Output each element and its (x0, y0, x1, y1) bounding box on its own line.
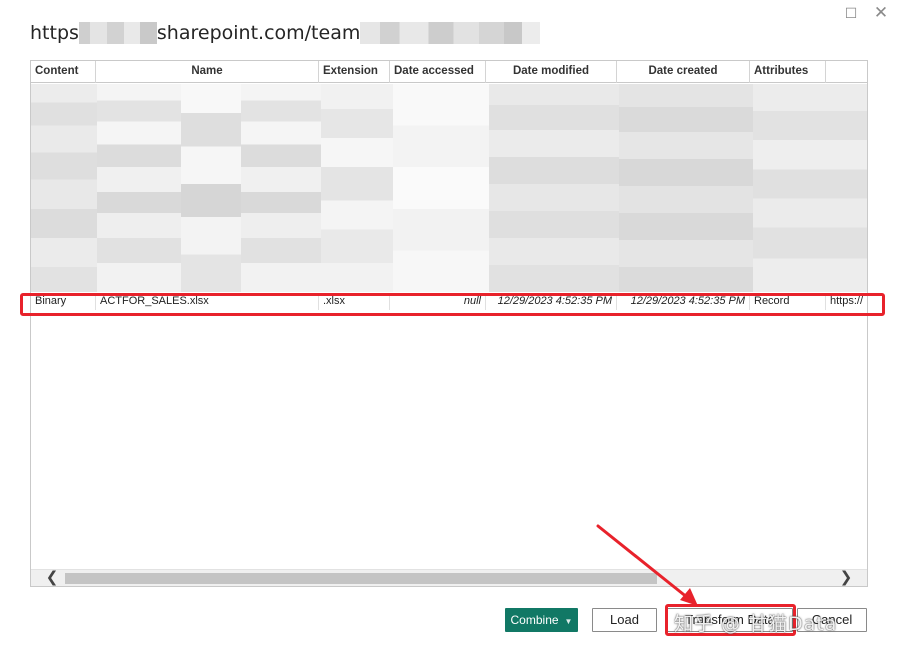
column-header-date-accessed[interactable]: Date accessed (390, 61, 486, 83)
column-header-extension[interactable]: Extension (319, 61, 390, 83)
scrollbar-thumb[interactable] (65, 573, 657, 584)
blurred-column (489, 84, 619, 292)
close-icon[interactable]: ✕ (872, 4, 890, 22)
blurred-column (31, 84, 97, 292)
redacted-rows (31, 84, 867, 292)
combine-label: Combine (510, 613, 559, 627)
title-middle: sharepoint.com/team (156, 22, 361, 44)
scroll-right-icon[interactable]: ❯ (837, 570, 855, 586)
file-table: Content Name Extension Date accessed Dat… (30, 60, 868, 587)
annotation-arrow-icon (596, 524, 698, 606)
watermark: 知乎 @ 甘猫Data (674, 613, 838, 635)
blurred-column (619, 84, 753, 292)
scroll-left-icon[interactable]: ❮ (43, 570, 61, 586)
column-header-date-modified[interactable]: Date modified (486, 61, 617, 83)
column-header-attributes[interactable]: Attributes (750, 61, 826, 83)
column-header-content[interactable]: Content (31, 61, 96, 83)
load-button[interactable]: Load (592, 608, 657, 632)
redacted-block (360, 22, 541, 44)
title-prefix: https (30, 22, 79, 44)
blurred-column (181, 84, 241, 292)
redacted-block (78, 22, 157, 44)
combine-button[interactable]: Combine ▼ (505, 608, 578, 632)
blurred-column (393, 84, 489, 292)
blurred-column (321, 84, 393, 292)
column-header-folder-path[interactable] (826, 61, 867, 83)
column-header-name[interactable]: Name (96, 61, 319, 83)
dropdown-caret-icon[interactable]: ▼ (565, 617, 573, 626)
horizontal-scrollbar[interactable]: ❮ ❯ (31, 569, 867, 586)
blurred-column (753, 84, 867, 292)
maximize-icon[interactable]: ☐ (842, 4, 860, 22)
row-highlight-annotation (20, 293, 885, 316)
table-header: Content Name Extension Date accessed Dat… (31, 61, 867, 83)
column-header-date-created[interactable]: Date created (617, 61, 750, 83)
dialog-title: https sharepoint.com/team (30, 20, 541, 48)
